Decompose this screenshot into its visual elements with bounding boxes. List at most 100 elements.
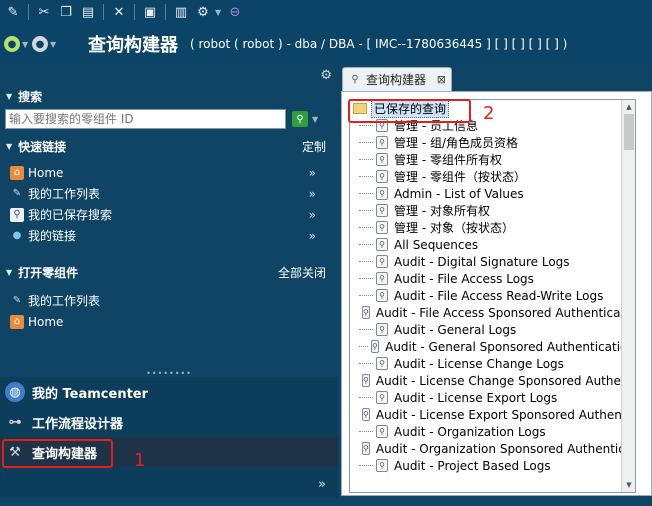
open-item-worklist[interactable]: ✎ 我的工作列表 <box>0 290 338 311</box>
triangle-down-icon: ▼ <box>6 267 13 277</box>
saved-query-item[interactable]: ⚲ 管理 - 零组件（按状态） <box>350 168 635 185</box>
scroll-up-icon[interactable]: ▲ <box>622 100 635 114</box>
nav-settings: ⚙ <box>0 64 338 86</box>
saved-queries-tree: 已保存的查询 ⚲ 管理 - 员工信息 ⚲ 管理 - 组/角色成员资格 ⚲ 管理 - 零组件… <box>349 99 636 493</box>
saved-query-label: 管理 - 组/角色成员资格 <box>394 136 519 150</box>
saved-query-label: Audit - Organization Logs <box>394 424 546 439</box>
saved-query-label: Audit - File Access Sponsored Authentica… <box>375 305 636 320</box>
annotation-box-saved-queries <box>348 99 471 123</box>
tree-connector <box>359 193 373 194</box>
scroll-down-icon[interactable]: ▼ <box>622 478 635 492</box>
title-nav-icons: ● ▼ ● ▼ <box>0 36 84 52</box>
triangle-down-icon: ▼ <box>6 141 13 151</box>
quick-link-my-links[interactable]: ● 我的链接 » <box>0 225 338 246</box>
forward-icon[interactable]: ● <box>32 36 48 52</box>
saved-query-item[interactable]: ⚲ Audit - Digital Signature Logs <box>350 253 635 270</box>
paste-icon[interactable]: ▤ <box>78 2 98 22</box>
chevron-down-icon[interactable]: ▼ <box>312 115 318 124</box>
saved-query-item[interactable]: ⚲ Audit - Project Based Logs <box>350 457 635 474</box>
saved-query-item[interactable]: ⚲ Audit - General Logs <box>350 321 635 338</box>
saved-query-item[interactable]: ⚲ 管理 - 对象所有权 <box>350 202 635 219</box>
quick-link-worklist[interactable]: ✎ 我的工作列表 » <box>0 183 338 204</box>
annotation-box-query-builder <box>2 439 113 468</box>
search-section-header[interactable]: ▼ 搜索 <box>0 86 338 106</box>
saved-query-label: Audit - License Change Logs <box>394 356 564 371</box>
open-item-home[interactable]: ⌂ Home <box>0 311 338 332</box>
open-items-title: 打开零组件 <box>18 265 79 280</box>
open-item-label: 我的工作列表 <box>28 294 101 308</box>
vertical-scrollbar[interactable]: ▲ ▼ <box>621 100 635 492</box>
quick-links-header[interactable]: ▼ 快速链接 定制 <box>0 136 338 156</box>
saved-query-item[interactable]: ⚲ 管理 - 组/角色成员资格 <box>350 134 635 151</box>
scrollbar-thumb[interactable] <box>624 114 634 150</box>
query-builder-icon: ⚲ <box>351 74 359 85</box>
back-icon[interactable]: ● <box>4 36 20 52</box>
edit-icon[interactable]: ✎ <box>3 2 23 22</box>
saved-query-label: 管理 - 零组件（按状态） <box>394 170 526 184</box>
tab-label: 查询构建器 <box>366 73 427 87</box>
query-icon: ⚲ <box>362 408 370 421</box>
globe-icon: ◍ <box>5 382 25 402</box>
app-workflow-designer[interactable]: ⊶ 工作流程设计器 <box>0 407 338 437</box>
saved-query-label: Audit - License Change Sponsored Authent… <box>375 373 635 388</box>
saved-query-item[interactable]: ⚲ Audit - Organization Logs <box>350 423 635 440</box>
saved-query-label: 管理 - 对象（按状态） <box>394 221 514 235</box>
chevron-down-icon[interactable]: ▼ <box>215 8 223 17</box>
gear-icon[interactable]: ⚙ <box>320 68 332 83</box>
gear-icon[interactable]: ⚙ <box>193 2 213 22</box>
customize-link[interactable]: 定制 <box>302 138 326 155</box>
query-icon: ⚲ <box>376 238 388 251</box>
open-items-header[interactable]: ▼ 打开零组件 全部关闭 <box>0 262 338 282</box>
tree-connector <box>359 329 373 330</box>
tree-connector <box>359 295 373 296</box>
saved-query-item[interactable]: ⚲ Audit - License Change Logs <box>350 355 635 372</box>
save-icon[interactable]: ▣ <box>140 2 160 22</box>
chevron-down-icon[interactable]: ▼ <box>50 40 58 49</box>
query-icon: ⚲ <box>376 221 388 234</box>
tab-query-builder[interactable]: ⚲ 查询构建器 ⊠ <box>342 67 452 91</box>
saved-query-item[interactable]: ⚲ Audit - License Export Sponsored Authen… <box>350 406 635 423</box>
tree-connector <box>359 244 373 245</box>
home-icon: ⌂ <box>10 314 24 329</box>
saved-query-item[interactable]: ⚲ Audit - Organization Sponsored Authenti… <box>350 440 635 457</box>
app-my-teamcenter[interactable]: ◍ 我的 Teamcenter <box>0 377 338 407</box>
quick-link-home[interactable]: ⌂ Home » <box>0 162 338 183</box>
close-all-link[interactable]: 全部关闭 <box>278 264 326 281</box>
chevron-right-icon[interactable]: » <box>318 477 326 492</box>
saved-query-item[interactable]: ⚲ 管理 - 零组件所有权 <box>350 151 635 168</box>
quick-link-label: 我的工作列表 <box>28 187 101 201</box>
close-icon[interactable]: ⊠ <box>437 73 446 86</box>
workflow-icon: ⊶ <box>8 414 22 430</box>
orbit-icon[interactable]: ⊖ <box>225 2 245 22</box>
saved-search-icon: ⚲ <box>10 207 24 222</box>
saved-query-item[interactable]: ⚲ Admin - List of Values <box>350 185 635 202</box>
saved-query-item[interactable]: ⚲ Audit - General Sponsored Authenticatio… <box>350 338 635 355</box>
copy-icon[interactable]: ❐ <box>56 2 76 22</box>
query-icon: ⚲ <box>370 340 380 353</box>
query-icon: ⚲ <box>376 136 388 149</box>
app-label: 工作流程设计器 <box>32 416 124 432</box>
cut-icon[interactable]: ✂ <box>34 2 54 22</box>
saved-query-item[interactable]: ⚲ Audit - License Change Sponsored Authen… <box>350 372 635 389</box>
tree-connector <box>359 397 373 398</box>
link-icon: ● <box>12 230 22 241</box>
saved-query-item[interactable]: ⚲ Audit - File Access Logs <box>350 270 635 287</box>
chevron-down-icon[interactable]: ▼ <box>22 40 30 49</box>
saved-query-item[interactable]: ⚲ 管理 - 对象（按状态） <box>350 219 635 236</box>
saved-query-item[interactable]: ⚲ All Sequences <box>350 236 635 253</box>
tree-connector <box>359 159 373 160</box>
saved-query-item[interactable]: ⚲ Audit - File Access Sponsored Authentic… <box>350 304 635 321</box>
query-icon: ⚲ <box>376 170 388 183</box>
saved-query-label: Audit - File Access Read-Write Logs <box>394 288 604 303</box>
layout-icon[interactable]: ▥ <box>171 2 191 22</box>
saved-query-item[interactable]: ⚲ Audit - File Access Read-Write Logs <box>350 287 635 304</box>
annotation-number-1: 1 <box>134 450 146 471</box>
search-icon[interactable]: ⚲ <box>292 111 308 127</box>
search-input[interactable] <box>5 109 286 129</box>
pane-resize-grip[interactable]: •••••••• <box>0 369 338 378</box>
query-icon: ⚲ <box>376 187 388 200</box>
saved-query-item[interactable]: ⚲ Audit - License Export Logs <box>350 389 635 406</box>
quick-link-saved-searches[interactable]: ⚲ 我的已保存搜索 » <box>0 204 338 225</box>
quick-link-label: Home <box>28 165 64 180</box>
delete-icon[interactable]: ✕ <box>109 2 129 22</box>
